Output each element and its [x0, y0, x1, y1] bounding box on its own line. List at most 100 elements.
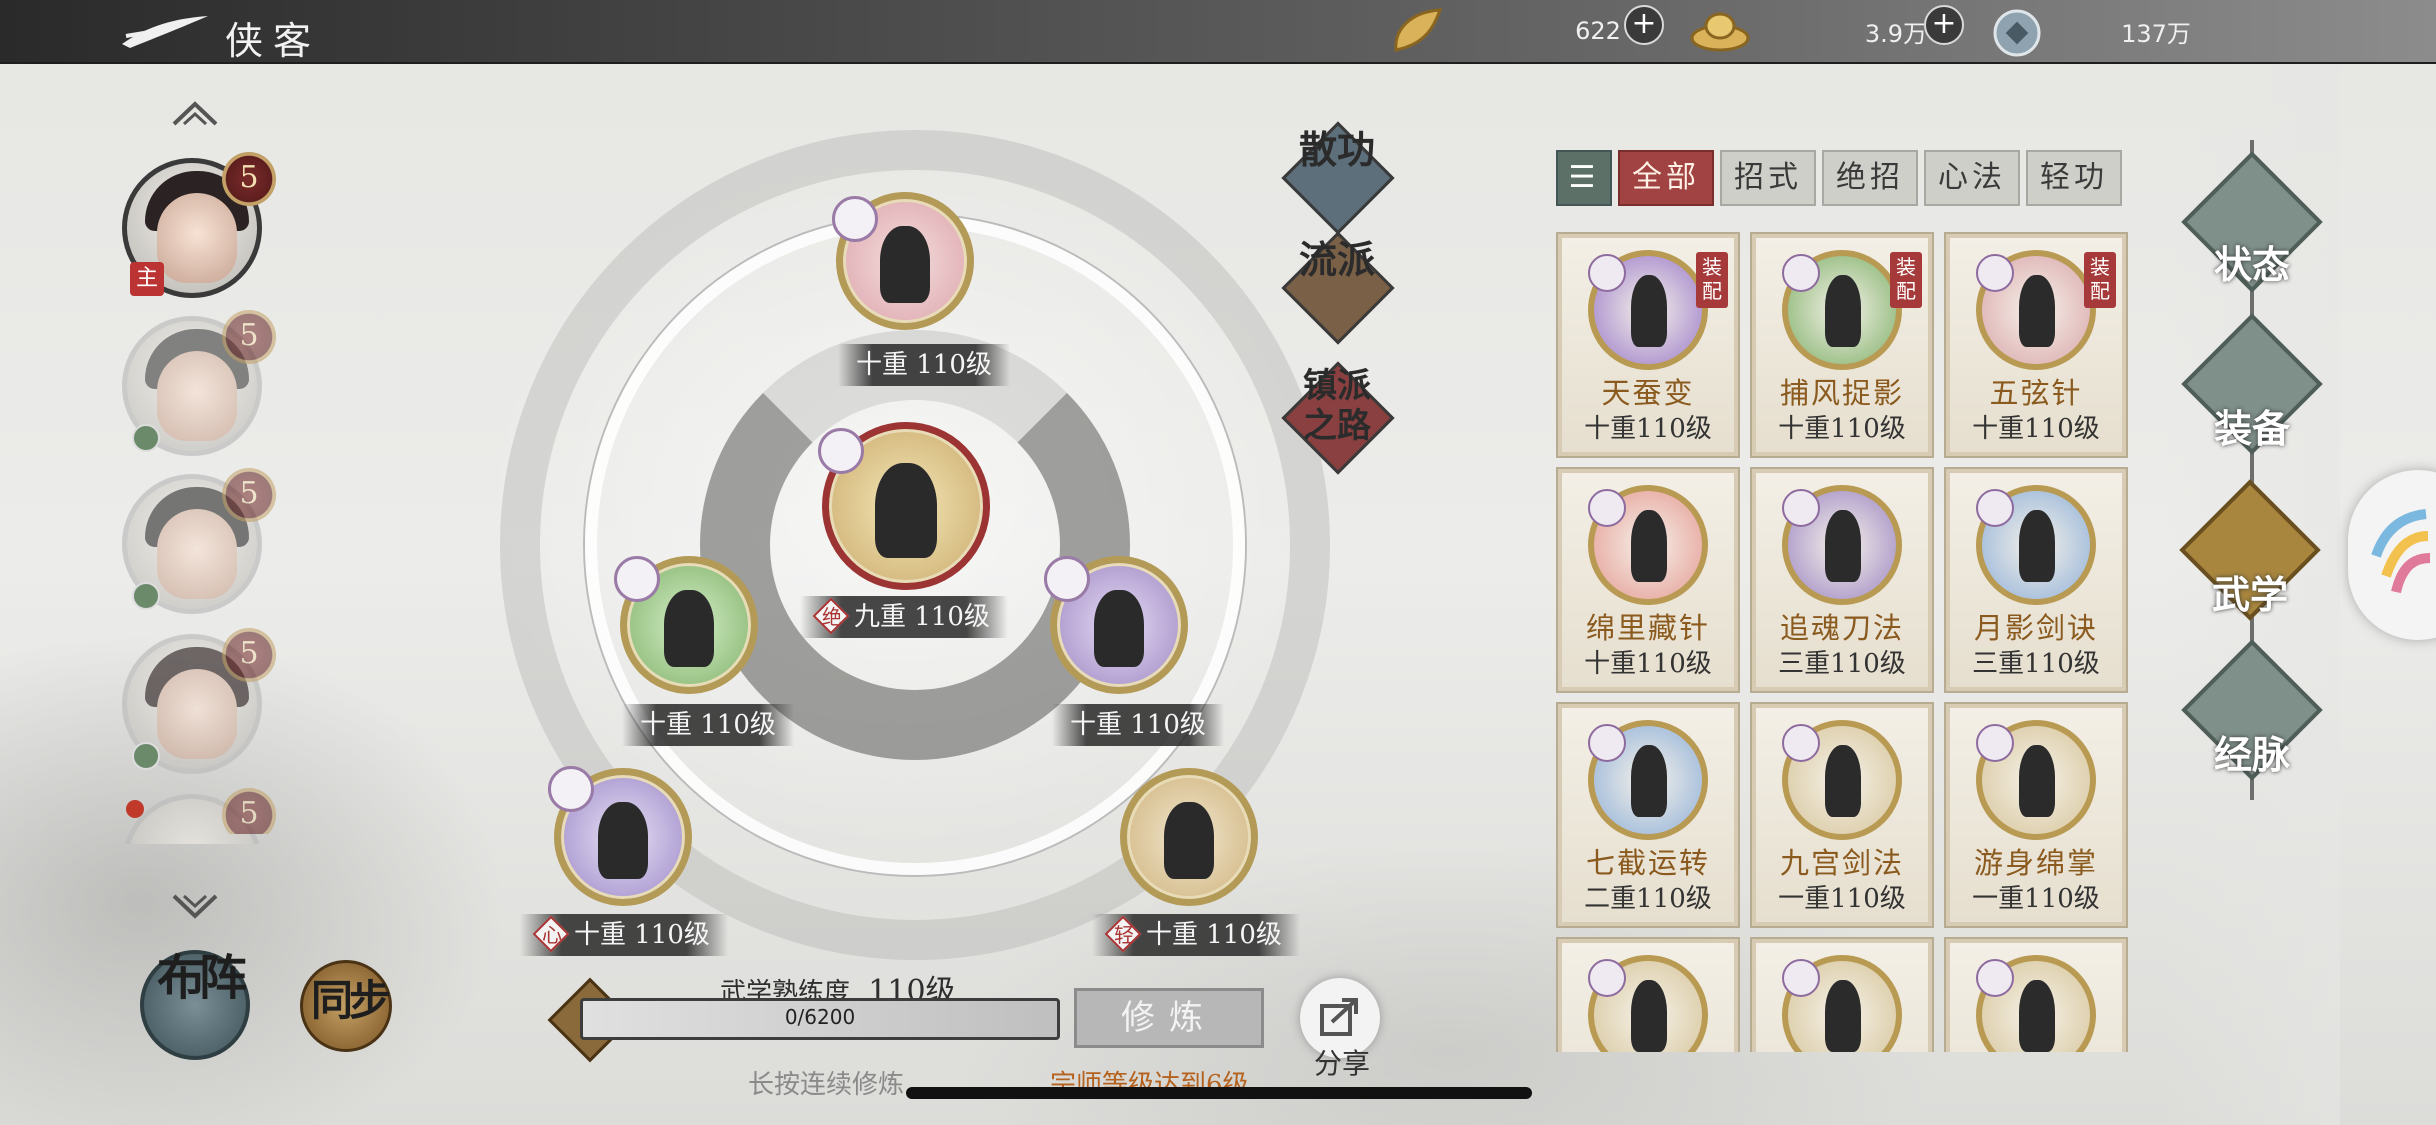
skill-type-tag-icon — [1588, 489, 1626, 527]
skill-type-tag-icon — [1588, 724, 1626, 762]
train-button[interactable]: 修炼 — [1074, 988, 1264, 1048]
skill-figure — [1630, 745, 1668, 817]
share-label: 分享 — [1313, 1047, 1370, 1080]
claw-tag-icon — [1044, 556, 1090, 602]
formation-label: 布阵 — [156, 950, 247, 1006]
skill-card[interactable] — [1946, 939, 2126, 1052]
skill-card[interactable]: 九宫剑法 一重110级 — [1752, 704, 1932, 926]
skill-type-tag-icon — [1782, 254, 1820, 292]
skill-figure — [1094, 590, 1144, 668]
skill-type-tag-icon — [1976, 254, 2014, 292]
skill-type-tag-icon — [1976, 724, 2014, 762]
skill-figure — [2018, 745, 2056, 817]
skill-figure — [1630, 510, 1668, 582]
hero-status-icon — [132, 582, 160, 610]
slot-label: 心十重 110级 — [520, 914, 728, 956]
skill-card[interactable]: 装配 天蚕变 十重110级 — [1558, 234, 1738, 456]
tab-moves[interactable]: 招式 — [1720, 150, 1816, 206]
skill-card[interactable] — [1752, 939, 1932, 1052]
skill-level: 三重110级 — [1972, 649, 2100, 679]
skill-name: 月影剑诀 — [1973, 611, 2098, 645]
back-brush-icon[interactable] — [120, 14, 210, 50]
skill-type-tag-icon — [1782, 724, 1820, 762]
hero-face — [157, 509, 237, 599]
skill-card[interactable]: 装配 五弦针 十重110级 — [1946, 234, 2126, 456]
skill-card[interactable]: 绵里藏针 十重110级 — [1558, 469, 1738, 691]
skill-card[interactable]: 追魂刀法三重110级 — [1752, 469, 1932, 691]
skill-card[interactable] — [1558, 939, 1738, 1052]
scroll-up-chevron-icon[interactable] — [170, 98, 220, 128]
skill-level: 十重110级 — [1972, 414, 2100, 444]
hero-face — [157, 193, 237, 283]
sync-label: 同步 — [310, 976, 391, 1025]
hold-to-train-hint: 长按连续修炼 — [748, 1070, 905, 1100]
skill-level: 三重110级 — [1778, 649, 1906, 679]
nav-meridians[interactable]: 经脉 — [2192, 724, 2312, 779]
skill-figure — [1164, 802, 1214, 880]
skill-name: 追魂刀法 — [1779, 611, 1904, 645]
hero-status-icon — [132, 424, 160, 452]
skill-type-tag-icon — [1976, 489, 2014, 527]
skill-figure — [880, 226, 930, 304]
lotus-tag-icon — [832, 196, 878, 242]
skill-card[interactable]: 游身绵掌 一重110级 — [1946, 704, 2126, 926]
skill-figure — [1824, 745, 1862, 817]
skill-figure — [1824, 980, 1862, 1052]
skill-figure — [875, 462, 937, 559]
proficiency-progress-bar: 0/6200 — [580, 998, 1060, 1040]
school-path-button[interactable]: 镇派之路 — [1290, 366, 1384, 446]
skill-card[interactable]: 七截运转 二重110级 — [1558, 704, 1738, 926]
school-button[interactable]: 流派 — [1292, 240, 1382, 280]
skill-slot-lightness[interactable] — [1120, 768, 1258, 906]
page-title: 侠客 — [225, 19, 322, 63]
resource-gold: 622 — [1390, 6, 1621, 56]
filter-tabs: ☰ 全部 招式 绝招 心法 轻功 — [1556, 150, 2122, 206]
slot-label-text: 十重 110级 — [1070, 710, 1206, 740]
slot-label-prefix: 心 — [542, 923, 562, 947]
slot-label: 十重 110级 — [838, 344, 1010, 386]
slot-label-text: 十重 110级 — [1146, 920, 1282, 950]
skill-name: 七截运转 — [1585, 846, 1710, 880]
lotus-tag-icon — [548, 766, 594, 812]
add-ingot-button[interactable]: + — [1924, 5, 1964, 45]
add-gold-button[interactable]: + — [1624, 5, 1664, 45]
hero-level-badge: 5 — [222, 788, 276, 834]
hero-face — [157, 669, 237, 759]
skill-figure — [1824, 510, 1862, 582]
skill-grid: 装配 天蚕变 十重110级 装配 捕风捉影 十重110级 装配 五弦针 十重110级 绵里藏针 十重… — [1550, 226, 2130, 1052]
list-view-button[interactable]: ☰ — [1556, 150, 1612, 206]
nav-status[interactable]: 状态 — [2192, 234, 2312, 289]
resource-coin: 137万 — [1992, 6, 2212, 57]
skill-level: 十重110级 — [1778, 414, 1906, 444]
top-bar: 侠客 622 + 3.9万 + 137万 — [0, 0, 2436, 64]
tab-all[interactable]: 全部 — [1618, 150, 1714, 206]
home-indicator — [906, 1087, 1532, 1099]
paint-splash-icon — [2371, 509, 2431, 594]
tab-inner-art[interactable]: 心法 — [1924, 150, 2020, 206]
skill-figure — [664, 590, 714, 668]
hero-level-badge: 5 — [222, 310, 276, 364]
skill-figure — [2018, 510, 2056, 582]
resource-value: 137万 — [2121, 19, 2191, 48]
skill-name: 天蚕变 — [1601, 376, 1695, 410]
hero-level-badge: 5 — [222, 628, 276, 682]
tab-ultimate[interactable]: 绝招 — [1822, 150, 1918, 206]
skill-card[interactable]: 月影剑诀三重110级 — [1946, 469, 2126, 691]
skill-figure — [598, 802, 648, 880]
scroll-down-chevron-icon[interactable] — [170, 892, 220, 922]
skill-level: 一重110级 — [1778, 884, 1906, 914]
sync-button[interactable]: 同步 — [300, 960, 392, 1052]
nav-martial-arts[interactable]: 武学 — [2190, 564, 2310, 619]
slot-label: 十重 110级 — [622, 704, 794, 746]
slot-label-text: 九重 110级 — [854, 602, 990, 632]
skill-name: 绵里藏针 — [1585, 611, 1710, 645]
nav-equipment[interactable]: 装备 — [2192, 398, 2312, 453]
disperse-skill-button[interactable]: 散功 — [1292, 130, 1382, 170]
slot-label-text: 十重 110级 — [574, 920, 710, 950]
copper-coin-icon — [1993, 9, 2041, 57]
slot-label-text: 十重 110级 — [856, 350, 992, 380]
formation-button[interactable]: 布阵 — [140, 950, 250, 1060]
lotus-tag-icon — [818, 428, 864, 474]
skill-card[interactable]: 装配 捕风捉影 十重110级 — [1752, 234, 1932, 456]
tab-lightness[interactable]: 轻功 — [2026, 150, 2122, 206]
